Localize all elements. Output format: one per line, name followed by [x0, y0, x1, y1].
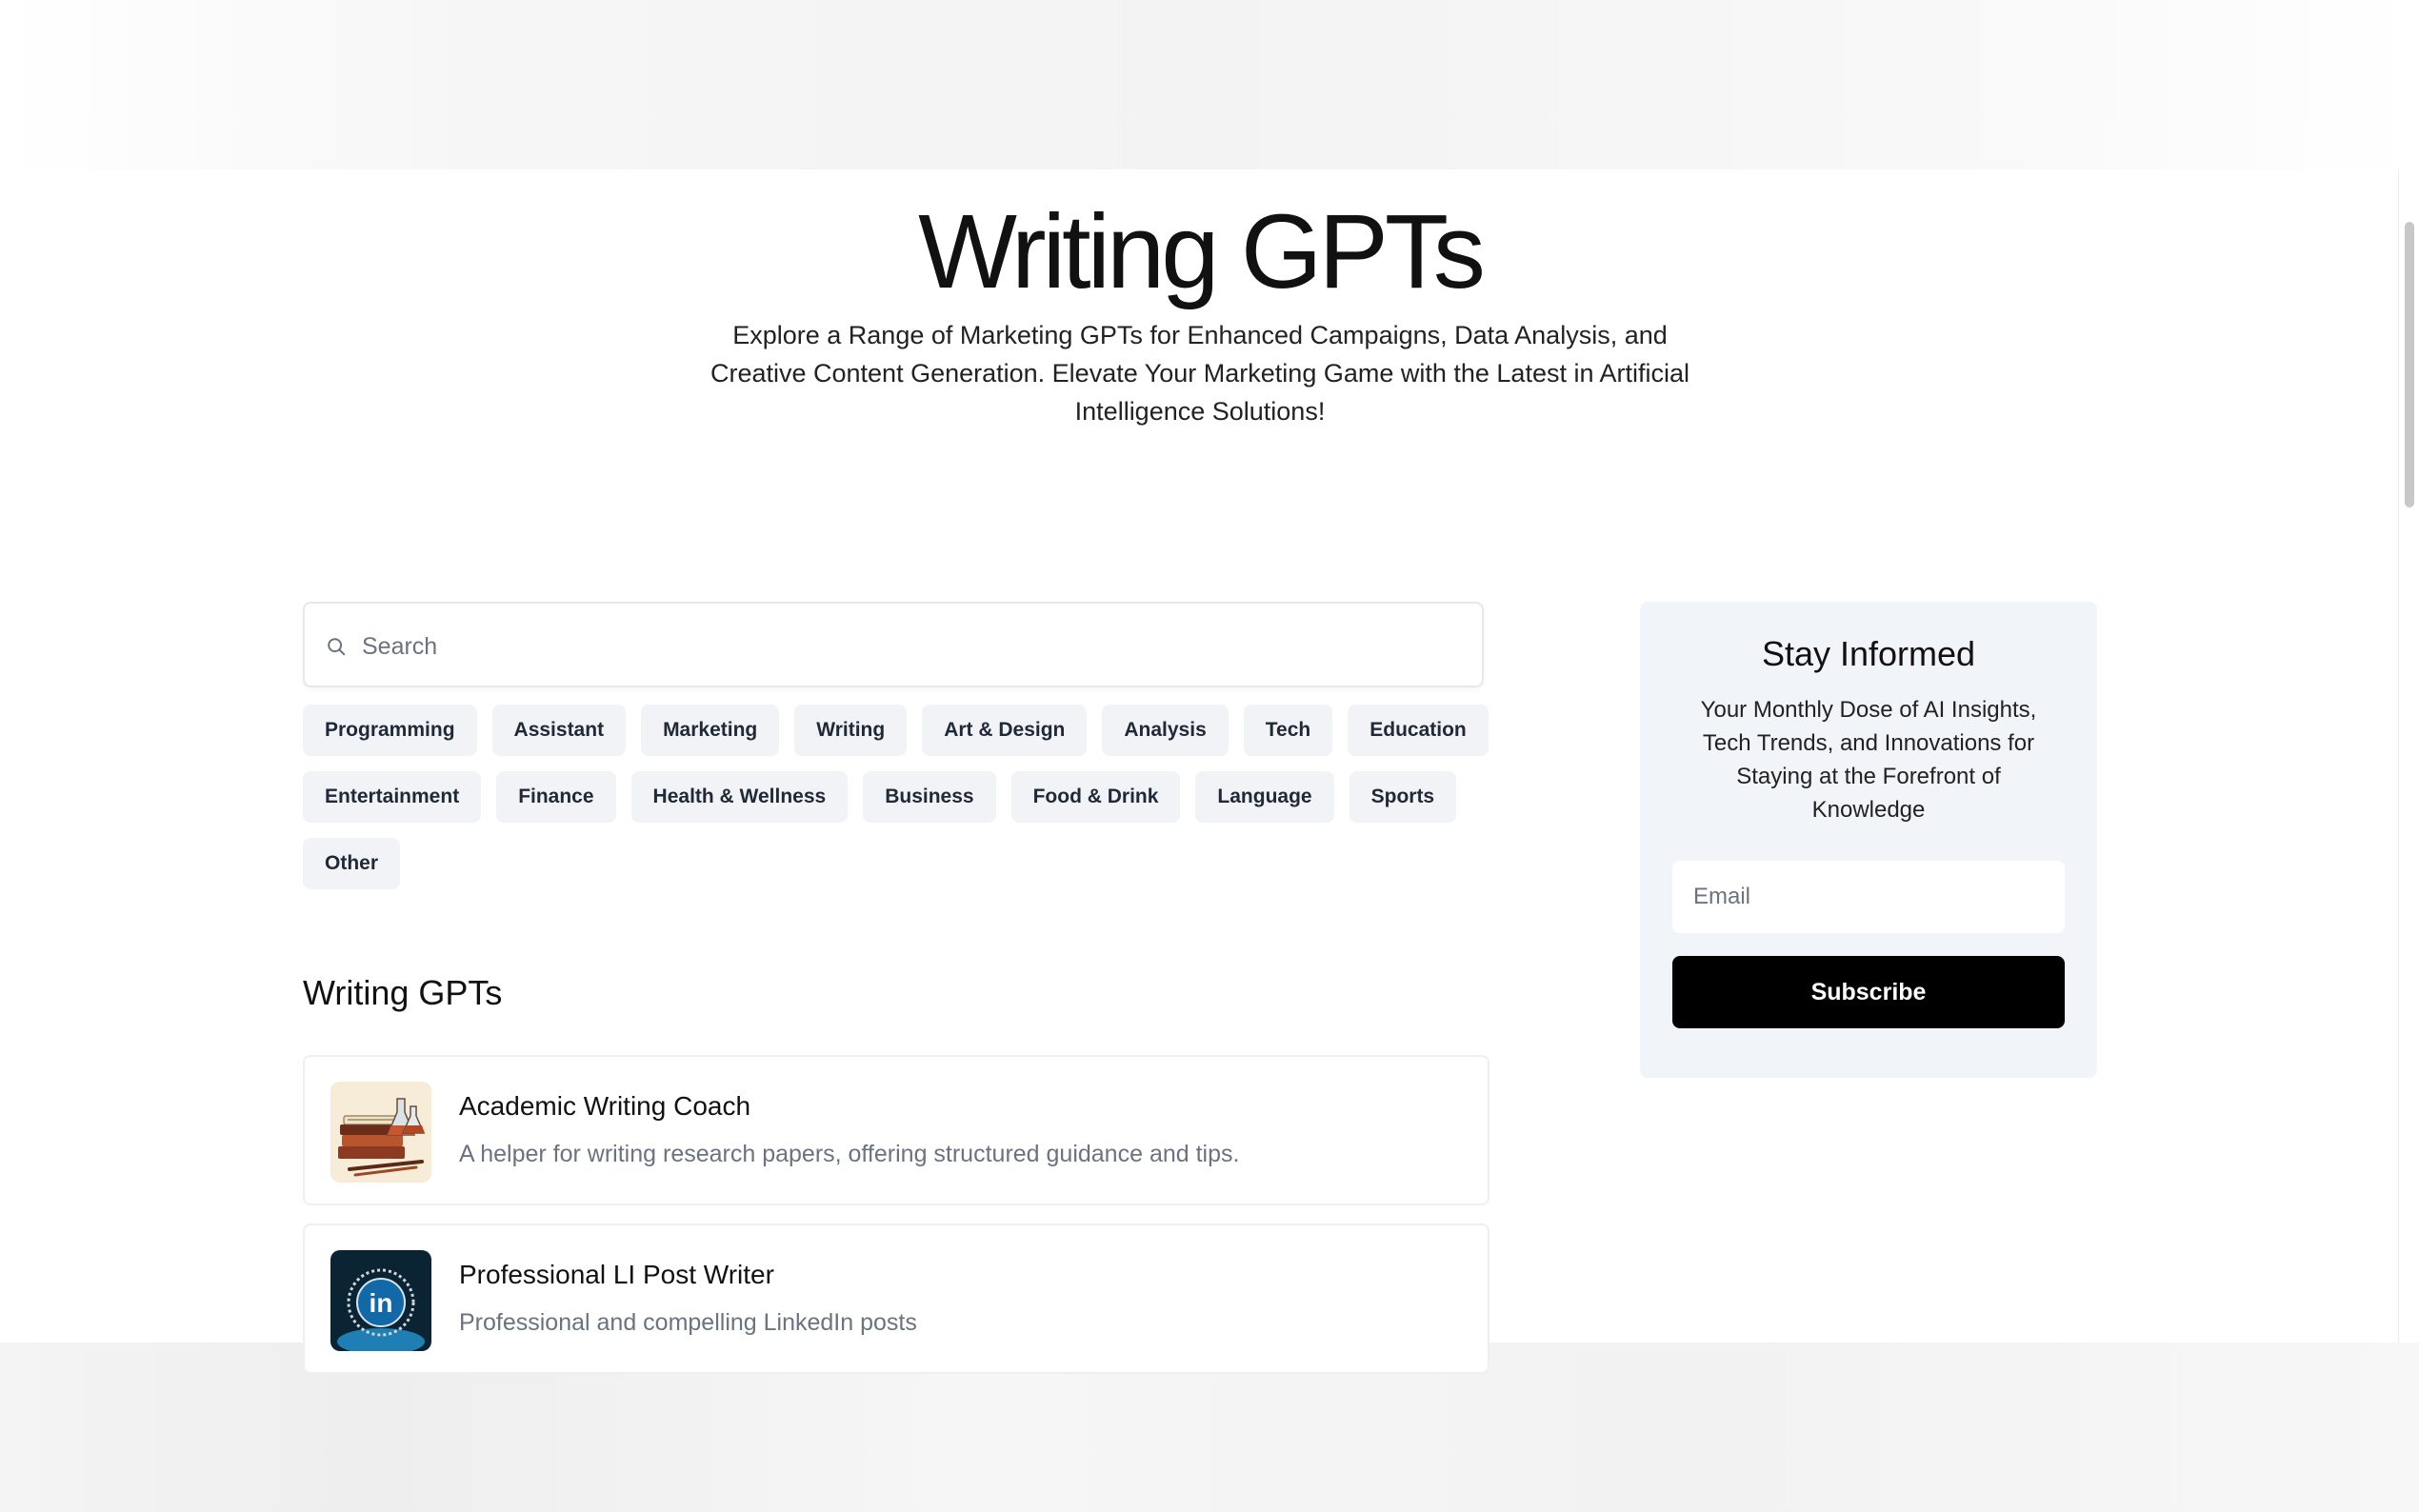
newsletter-panel: Stay Informed Your Monthly Dose of AI In… [1640, 602, 2097, 1078]
category-chip-programming[interactable]: Programming [303, 705, 477, 756]
category-chip-writing[interactable]: Writing [794, 705, 908, 756]
category-chip-language[interactable]: Language [1195, 771, 1334, 823]
gpt-card[interactable]: in Professional LI Post Writer Professio… [303, 1224, 1489, 1374]
category-chip-marketing[interactable]: Marketing [641, 705, 780, 756]
scrollbar-thumb[interactable] [2405, 222, 2414, 507]
search-icon [328, 638, 346, 656]
category-chip-assistant[interactable]: Assistant [491, 705, 627, 756]
gpt-card-description: Professional and compelling LinkedIn pos… [459, 1309, 917, 1336]
category-filters: Programming Assistant Marketing Writing … [303, 705, 1503, 889]
category-chip-business[interactable]: Business [863, 771, 996, 823]
search-box[interactable] [303, 602, 1484, 687]
scrollbar[interactable] [2398, 169, 2419, 1343]
category-chip-other[interactable]: Other [303, 838, 401, 889]
gpt-card-description: A helper for writing research papers, of… [459, 1141, 1240, 1167]
category-chip-food-drink[interactable]: Food & Drink [1010, 771, 1181, 823]
books-and-flasks-icon [330, 1082, 431, 1183]
gpt-card-title: Academic Writing Coach [459, 1091, 751, 1121]
email-field[interactable] [1672, 861, 2065, 933]
gpt-card[interactable]: Academic Writing Coach A helper for writ… [303, 1055, 1489, 1205]
section-title: Writing GPTs [303, 973, 503, 1012]
category-chip-tech[interactable]: Tech [1243, 705, 1333, 756]
linkedin-badge-icon: in [330, 1250, 431, 1351]
search-input[interactable] [360, 623, 1469, 670]
category-chip-health-wellness[interactable]: Health & Wellness [630, 771, 849, 823]
category-chip-entertainment[interactable]: Entertainment [303, 771, 482, 823]
subscribe-button[interactable]: Subscribe [1672, 956, 2065, 1028]
svg-text:in: in [370, 1288, 393, 1318]
page-title: Writing GPTs [918, 193, 1486, 310]
top-backdrop [0, 0, 2419, 169]
page-subtitle: Explore a Range of Marketing GPTs for En… [710, 321, 1690, 426]
gpt-card-title: Professional LI Post Writer [459, 1260, 774, 1289]
category-chip-education[interactable]: Education [1348, 705, 1489, 756]
category-chip-finance[interactable]: Finance [496, 771, 616, 823]
category-chip-sports[interactable]: Sports [1349, 771, 1457, 823]
category-chip-art-design[interactable]: Art & Design [922, 705, 1088, 756]
category-chip-analysis[interactable]: Analysis [1102, 705, 1229, 756]
newsletter-title: Stay Informed [1761, 634, 1976, 673]
newsletter-description: Your Monthly Dose of AI Insights, Tech T… [1700, 697, 2037, 823]
